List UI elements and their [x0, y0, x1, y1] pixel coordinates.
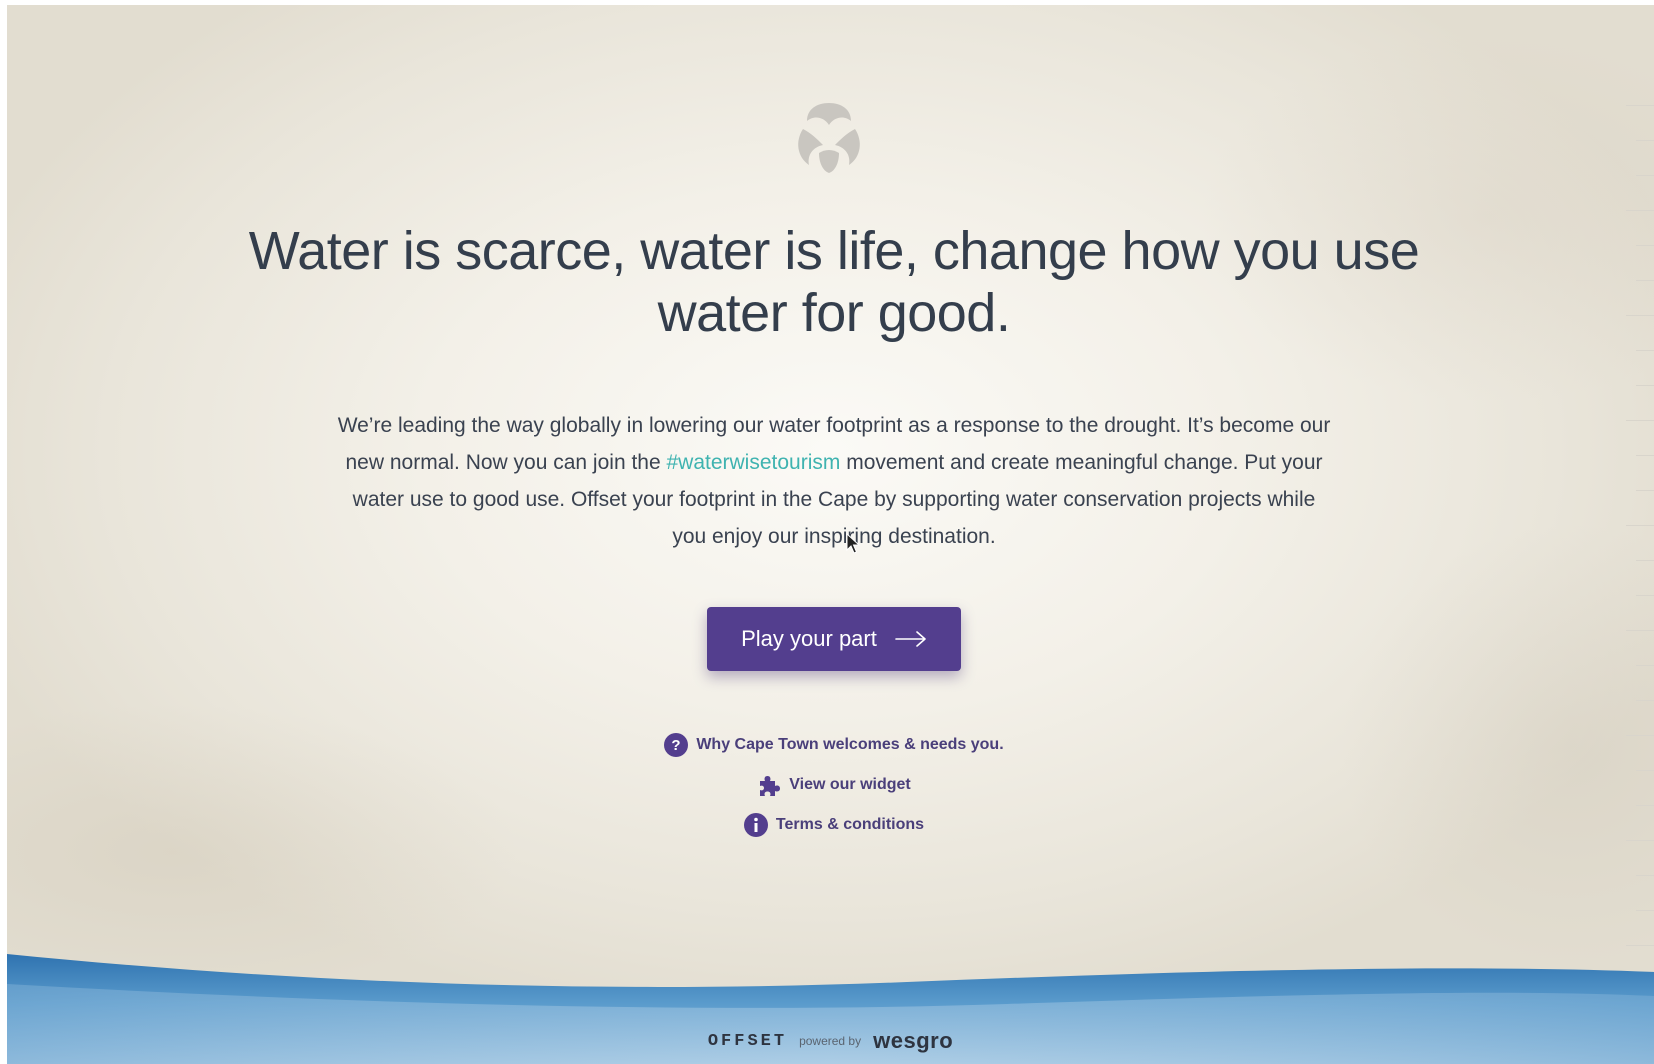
ruler-tick: [1626, 525, 1654, 526]
page-headline: Water is scarce, water is life, change h…: [248, 221, 1420, 343]
info-links: ? Why Cape Town welcomes & needs you. Vi…: [607, 725, 1061, 845]
page-viewport: Water is scarce, water is life, change h…: [7, 5, 1654, 1064]
ruler-tick: [1636, 280, 1654, 281]
powered-by-text: powered by: [799, 1034, 862, 1048]
ruler-tick: [1636, 700, 1654, 701]
puzzle-icon: [757, 773, 781, 797]
ruler-tick: [1626, 105, 1654, 106]
ruler-tick: [1636, 175, 1654, 176]
ruler-tick: [1626, 420, 1654, 421]
ruler-tick: [1636, 665, 1654, 666]
terms-label: Terms & conditions: [775, 816, 925, 833]
wesgro-logo[interactable]: wesgro: [873, 1028, 953, 1054]
why-cape-town-label: Why Cape Town welcomes & needs you.: [696, 736, 1004, 753]
intro-paragraph: We’re leading the way globally in loweri…: [334, 407, 1334, 555]
hashtag-link[interactable]: #waterwisetourism: [666, 451, 840, 474]
why-cape-town-link[interactable]: ? Why Cape Town welcomes & needs you.: [607, 725, 1061, 765]
view-widget-label: View our widget: [789, 776, 911, 793]
ruler-tick: [1636, 875, 1654, 876]
ruler-tick: [1636, 385, 1654, 386]
ruler-tick: [1626, 840, 1654, 841]
ruler-tick: [1626, 735, 1654, 736]
play-your-part-button[interactable]: Play your part: [707, 607, 961, 671]
ruler-tick: [1636, 770, 1654, 771]
ruler-tick: [1636, 455, 1654, 456]
ruler-tick: [1636, 560, 1654, 561]
cta-label: Play your part: [741, 626, 877, 651]
ruler-tick: [1636, 910, 1654, 911]
footer-brand: OFFSET powered by wesgro: [7, 1028, 1654, 1054]
svg-text:?: ?: [672, 737, 681, 754]
terms-link[interactable]: Terms & conditions: [607, 805, 1061, 845]
side-ruler: [1624, 105, 1654, 1055]
offset-tri-drop-icon: [798, 103, 860, 173]
ruler-tick: [1636, 350, 1654, 351]
arrow-right-icon: [895, 631, 926, 647]
ruler-tick: [1636, 490, 1654, 491]
ruler-tick: [1636, 245, 1654, 246]
question-circle-icon: ?: [664, 733, 689, 757]
ruler-tick: [1636, 140, 1654, 141]
ruler-tick: [1636, 805, 1654, 806]
view-widget-link[interactable]: View our widget: [607, 765, 1061, 805]
info-circle-icon: [743, 813, 768, 837]
offset-logo[interactable]: OFFSET: [708, 1032, 787, 1051]
ruler-tick: [1626, 210, 1654, 211]
ruler-tick: [1626, 315, 1654, 316]
ruler-tick: [1636, 595, 1654, 596]
mouse-cursor-icon: [846, 533, 860, 554]
ruler-tick: [1626, 630, 1654, 631]
